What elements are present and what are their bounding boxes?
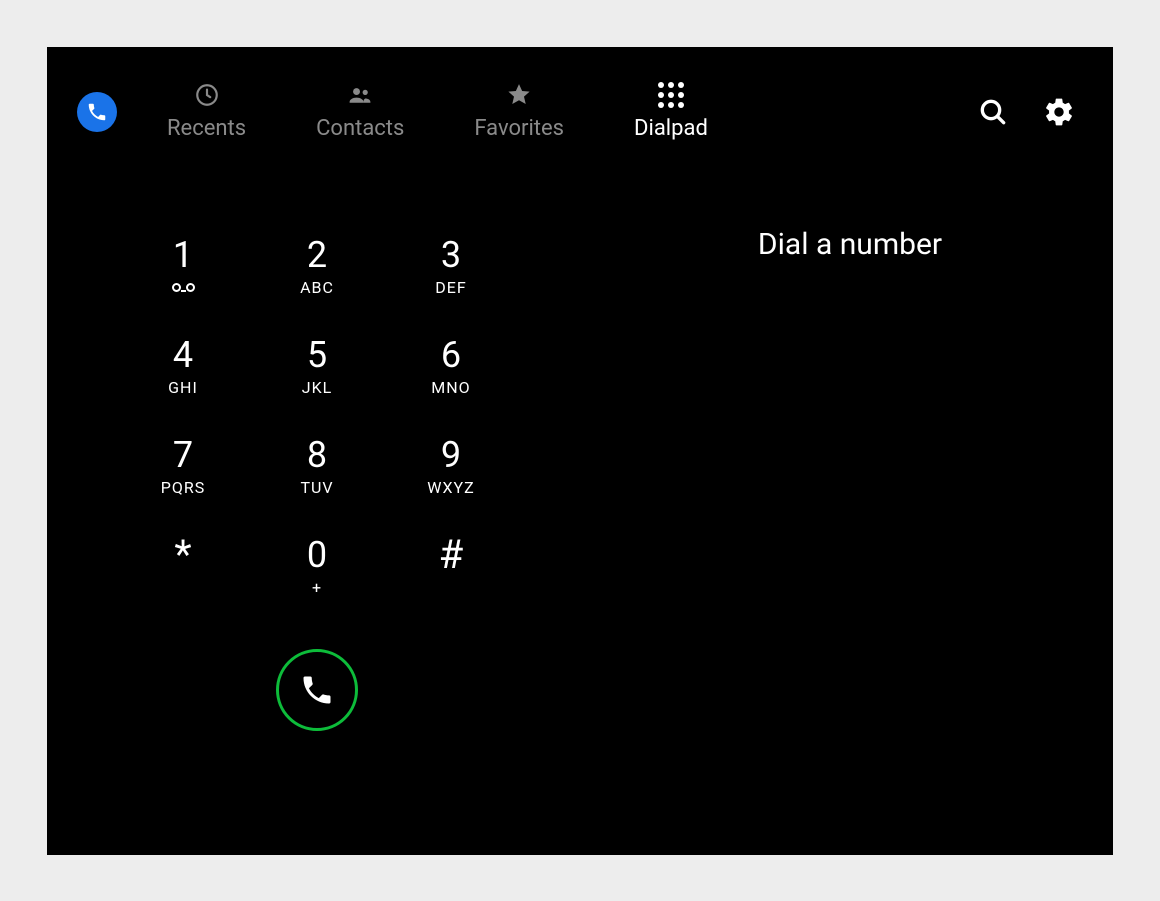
tabs: Recents Contacts bbox=[167, 82, 708, 141]
key-letters: GHI bbox=[168, 379, 198, 397]
key-star[interactable]: * bbox=[116, 517, 250, 617]
tab-contacts[interactable]: Contacts bbox=[316, 82, 404, 141]
key-0[interactable]: 0 + bbox=[250, 517, 384, 617]
key-digit: 5 bbox=[307, 337, 327, 373]
key-digit: 7 bbox=[173, 437, 193, 473]
phone-icon bbox=[86, 101, 108, 123]
key-hash[interactable]: # bbox=[384, 517, 518, 617]
key-2[interactable]: 2 ABC bbox=[250, 217, 384, 317]
key-letters: MNO bbox=[431, 379, 470, 397]
tab-dialpad[interactable]: Dialpad bbox=[634, 82, 708, 141]
phone-app-icon[interactable] bbox=[77, 92, 117, 132]
key-letters: + bbox=[312, 579, 322, 597]
settings-button[interactable] bbox=[1035, 88, 1083, 136]
tab-label: Favorites bbox=[474, 116, 564, 141]
key-1[interactable]: 1 bbox=[116, 217, 250, 317]
clock-icon bbox=[194, 82, 220, 108]
dial-grid: 1 2 ABC 3 DEF 4 GHI bbox=[116, 217, 518, 617]
tab-label: Contacts bbox=[316, 116, 404, 141]
key-7[interactable]: 7 PQRS bbox=[116, 417, 250, 517]
key-digit: 2 bbox=[307, 237, 327, 273]
phone-app: Recents Contacts bbox=[47, 47, 1113, 855]
key-digit: # bbox=[439, 535, 464, 575]
key-letters: WXYZ bbox=[427, 479, 474, 497]
star-icon bbox=[506, 82, 532, 108]
key-letters: PQRS bbox=[161, 479, 205, 497]
key-digit: 9 bbox=[441, 437, 461, 473]
key-letters: TUV bbox=[300, 479, 333, 497]
people-icon bbox=[347, 82, 373, 108]
key-letters: ABC bbox=[300, 279, 334, 297]
key-digit: 1 bbox=[173, 237, 193, 273]
number-display: Dial a number bbox=[587, 177, 1113, 855]
key-digit: 0 bbox=[307, 537, 327, 573]
key-digit: 6 bbox=[441, 337, 461, 373]
key-4[interactable]: 4 GHI bbox=[116, 317, 250, 417]
key-9[interactable]: 9 WXYZ bbox=[384, 417, 518, 517]
key-8[interactable]: 8 TUV bbox=[250, 417, 384, 517]
gear-icon bbox=[1043, 96, 1075, 128]
tab-recents[interactable]: Recents bbox=[167, 82, 246, 141]
key-5[interactable]: 5 JKL bbox=[250, 317, 384, 417]
tab-label: Recents bbox=[167, 116, 246, 141]
phone-icon bbox=[299, 672, 335, 708]
tab-label: Dialpad bbox=[634, 116, 708, 141]
content-area: 1 2 ABC 3 DEF 4 GHI bbox=[47, 177, 1113, 855]
voicemail-icon bbox=[172, 279, 195, 297]
search-icon bbox=[977, 96, 1009, 128]
top-bar: Recents Contacts bbox=[47, 47, 1113, 177]
key-digit: * bbox=[174, 535, 191, 575]
search-button[interactable] bbox=[969, 88, 1017, 136]
dialpad-icon bbox=[658, 82, 684, 108]
display-prompt: Dial a number bbox=[758, 227, 942, 855]
key-3[interactable]: 3 DEF bbox=[384, 217, 518, 317]
key-letters: JKL bbox=[302, 379, 332, 397]
key-6[interactable]: 6 MNO bbox=[384, 317, 518, 417]
key-digit: 4 bbox=[173, 337, 193, 373]
tab-favorites[interactable]: Favorites bbox=[474, 82, 564, 141]
key-digit: 3 bbox=[441, 237, 461, 273]
call-row bbox=[47, 649, 587, 731]
dialpad: 1 2 ABC 3 DEF 4 GHI bbox=[47, 177, 587, 855]
call-button[interactable] bbox=[276, 649, 358, 731]
key-digit: 8 bbox=[307, 437, 327, 473]
key-letters: DEF bbox=[435, 279, 466, 297]
